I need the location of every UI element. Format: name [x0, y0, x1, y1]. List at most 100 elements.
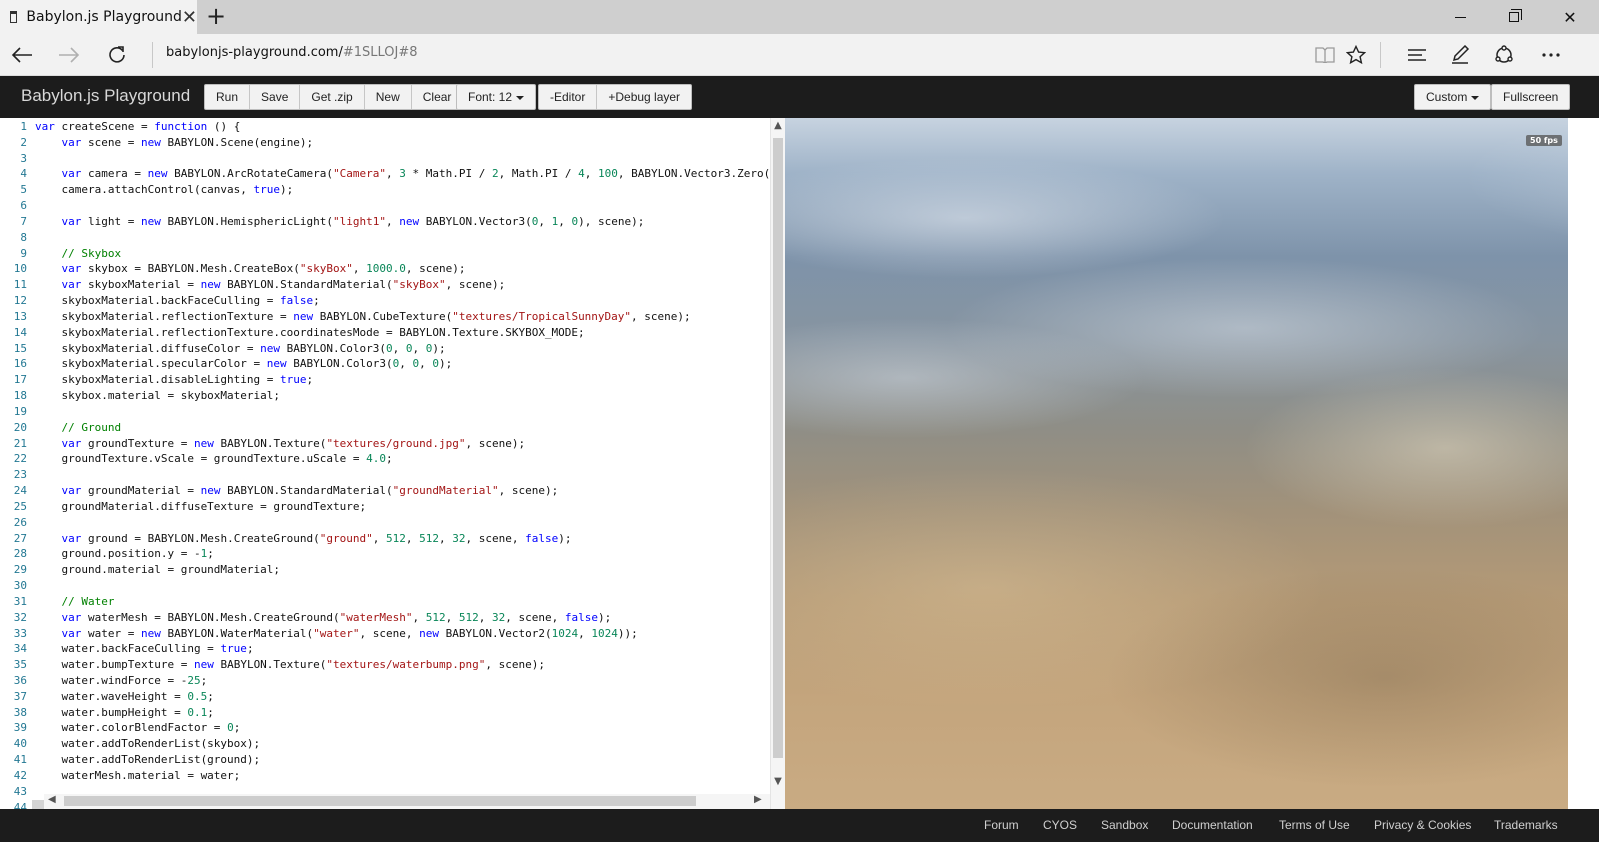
tab-close-icon[interactable]: ✕	[182, 7, 197, 28]
code-line[interactable]: 31 // Water	[0, 594, 770, 610]
code-line[interactable]: 13 skyboxMaterial.reflectionTexture = ne…	[0, 309, 770, 325]
code-line[interactable]: 14 skyboxMaterial.reflectionTexture.coor…	[0, 325, 770, 341]
code-line[interactable]: 8	[0, 230, 770, 246]
code-line[interactable]: 35 water.bumpTexture = new BABYLON.Textu…	[0, 657, 770, 673]
favorite-button[interactable]	[1339, 38, 1373, 72]
code-line[interactable]: 30	[0, 578, 770, 594]
editor-button-group: -Editor +Debug layer	[538, 84, 693, 110]
canvas-margin	[1568, 118, 1599, 809]
code-line[interactable]: 18 skybox.material = skyboxMaterial;	[0, 388, 770, 404]
line-number: 8	[20, 230, 27, 244]
reading-view-button[interactable]	[1308, 38, 1342, 72]
clear-button[interactable]: Clear	[412, 85, 463, 109]
code-line[interactable]: 22 groundTexture.vScale = groundTexture.…	[0, 451, 770, 467]
code-line[interactable]: 25 groundMaterial.diffuseTexture = groun…	[0, 499, 770, 515]
fullscreen-button[interactable]: Fullscreen	[1492, 85, 1569, 109]
code-line[interactable]: 37 water.waveHeight = 0.5;	[0, 689, 770, 705]
line-number: 29	[13, 563, 27, 577]
privacy-link[interactable]: Privacy & Cookies	[1374, 818, 1471, 832]
code-line[interactable]: 41 water.addToRenderList(ground);	[0, 752, 770, 768]
code-line[interactable]: 24 var groundMaterial = new BABYLON.Stan…	[0, 483, 770, 499]
save-button[interactable]: Save	[250, 85, 301, 109]
code-line[interactable]: 23	[0, 467, 770, 483]
code-line[interactable]: 10 var skybox = BABYLON.Mesh.CreateBox("…	[0, 261, 770, 277]
line-number: 20	[13, 420, 27, 434]
line-number: 35	[13, 658, 27, 672]
code-line[interactable]: 21 var groundTexture = new BABYLON.Textu…	[0, 436, 770, 452]
hub-button[interactable]	[1400, 38, 1434, 72]
line-source: groundTexture.vScale = groundTexture.uSc…	[35, 452, 393, 466]
line-source: water.addToRenderList(ground);	[35, 753, 261, 767]
scroll-left-icon[interactable]: ◀	[48, 794, 56, 805]
browser-tab[interactable]: Babylon.js Playground ✕	[0, 0, 197, 34]
font-size-dropdown[interactable]: Font: 12	[457, 85, 535, 109]
forum-link[interactable]: Forum	[984, 818, 1019, 832]
line-number: 19	[13, 404, 27, 418]
font-button-group: Font: 12	[456, 84, 537, 110]
scroll-right-icon[interactable]: ▶	[754, 794, 762, 805]
code-line[interactable]: 3	[0, 151, 770, 167]
address-bar[interactable]: babylonjs-playground.com/#1SLLOJ#8	[166, 45, 418, 60]
code-editor[interactable]: 1 var createScene = function () {2 var sc…	[0, 118, 785, 809]
window-close-button[interactable]: ✕	[1545, 0, 1595, 34]
code-line[interactable]: 17 skyboxMaterial.disableLighting = true…	[0, 372, 770, 388]
code-line[interactable]: 20 // Ground	[0, 420, 770, 436]
code-line[interactable]: 40 water.addToRenderList(skybox);	[0, 736, 770, 752]
back-button[interactable]	[5, 38, 39, 72]
horizontal-scroll-thumb[interactable]	[64, 796, 696, 806]
render-canvas[interactable]: 50 fps	[785, 118, 1568, 809]
new-tab-button[interactable]: +	[202, 3, 230, 31]
scroll-up-icon[interactable]: ▲	[771, 120, 785, 131]
fullscreen-button-group: Fullscreen	[1491, 84, 1571, 110]
code-line[interactable]: 16 skyboxMaterial.specularColor = new BA…	[0, 356, 770, 372]
code-line[interactable]: 9 // Skybox	[0, 246, 770, 262]
toggle-editor-button[interactable]: -Editor	[539, 85, 598, 109]
scroll-down-icon[interactable]: ▼	[771, 776, 785, 787]
code-line[interactable]: 39 water.colorBlendFactor = 0;	[0, 720, 770, 736]
sandbox-link[interactable]: Sandbox	[1101, 818, 1148, 832]
code-line[interactable]: 34 water.backFaceCulling = true;	[0, 641, 770, 657]
code-line[interactable]: 26	[0, 515, 770, 531]
web-note-button[interactable]	[1443, 38, 1477, 72]
playground-header: Babylon.js Playground Run Save Get .zip …	[0, 76, 1599, 118]
url-host: babylonjs-playground.com/	[166, 45, 343, 60]
code-line[interactable]: 29 ground.material = groundMaterial;	[0, 562, 770, 578]
run-button[interactable]: Run	[205, 85, 251, 109]
cyos-link[interactable]: CYOS	[1043, 818, 1077, 832]
minimize-button[interactable]	[1435, 0, 1485, 34]
debug-layer-button[interactable]: +Debug layer	[597, 85, 691, 109]
terms-link[interactable]: Terms of Use	[1279, 818, 1350, 832]
get-zip-button[interactable]: Get .zip	[300, 85, 365, 109]
forward-button[interactable]	[52, 38, 86, 72]
code-line[interactable]: 5 camera.attachControl(canvas, true);	[0, 182, 770, 198]
code-line[interactable]: 12 skyboxMaterial.backFaceCulling = fals…	[0, 293, 770, 309]
code-line[interactable]: 1 var createScene = function () {	[0, 119, 770, 135]
code-line[interactable]: 42 waterMesh.material = water;	[0, 768, 770, 784]
code-line[interactable]: 7 var light = new BABYLON.HemisphericLig…	[0, 214, 770, 230]
code-line[interactable]: 11 var skyboxMaterial = new BABYLON.Stan…	[0, 277, 770, 293]
code-lines: 1 var createScene = function () {2 var sc…	[0, 119, 770, 809]
code-line[interactable]: 38 water.bumpHeight = 0.1;	[0, 705, 770, 721]
code-line[interactable]: 15 skyboxMaterial.diffuseColor = new BAB…	[0, 341, 770, 357]
code-line[interactable]: 19	[0, 404, 770, 420]
code-line[interactable]: 2 var scene = new BABYLON.Scene(engine);	[0, 135, 770, 151]
custom-dropdown[interactable]: Custom	[1415, 85, 1490, 109]
code-line[interactable]: 4 var camera = new BABYLON.ArcRotateCame…	[0, 166, 770, 182]
code-line[interactable]: 28 ground.position.y = -1;	[0, 546, 770, 562]
code-line[interactable]: 27 var ground = BABYLON.Mesh.CreateGroun…	[0, 531, 770, 547]
editor-vertical-scrollbar[interactable]: ▲ ▼	[770, 118, 785, 809]
restore-button[interactable]	[1489, 0, 1539, 34]
documentation-link[interactable]: Documentation	[1172, 818, 1253, 832]
code-line[interactable]: 32 var waterMesh = BABYLON.Mesh.CreateGr…	[0, 610, 770, 626]
trademarks-link[interactable]: Trademarks	[1494, 818, 1558, 832]
code-line[interactable]: 33 var water = new BABYLON.WaterMaterial…	[0, 626, 770, 642]
code-line[interactable]: 6	[0, 198, 770, 214]
share-button[interactable]	[1487, 38, 1521, 72]
new-button[interactable]: New	[365, 85, 412, 109]
editor-horizontal-scrollbar[interactable]: ◀ ▶	[44, 794, 770, 809]
more-button[interactable]	[1534, 38, 1568, 72]
code-line[interactable]: 36 water.windForce = -25;	[0, 673, 770, 689]
refresh-button[interactable]	[100, 38, 134, 72]
vertical-scroll-thumb[interactable]	[773, 138, 783, 758]
line-number: 24	[13, 484, 27, 498]
